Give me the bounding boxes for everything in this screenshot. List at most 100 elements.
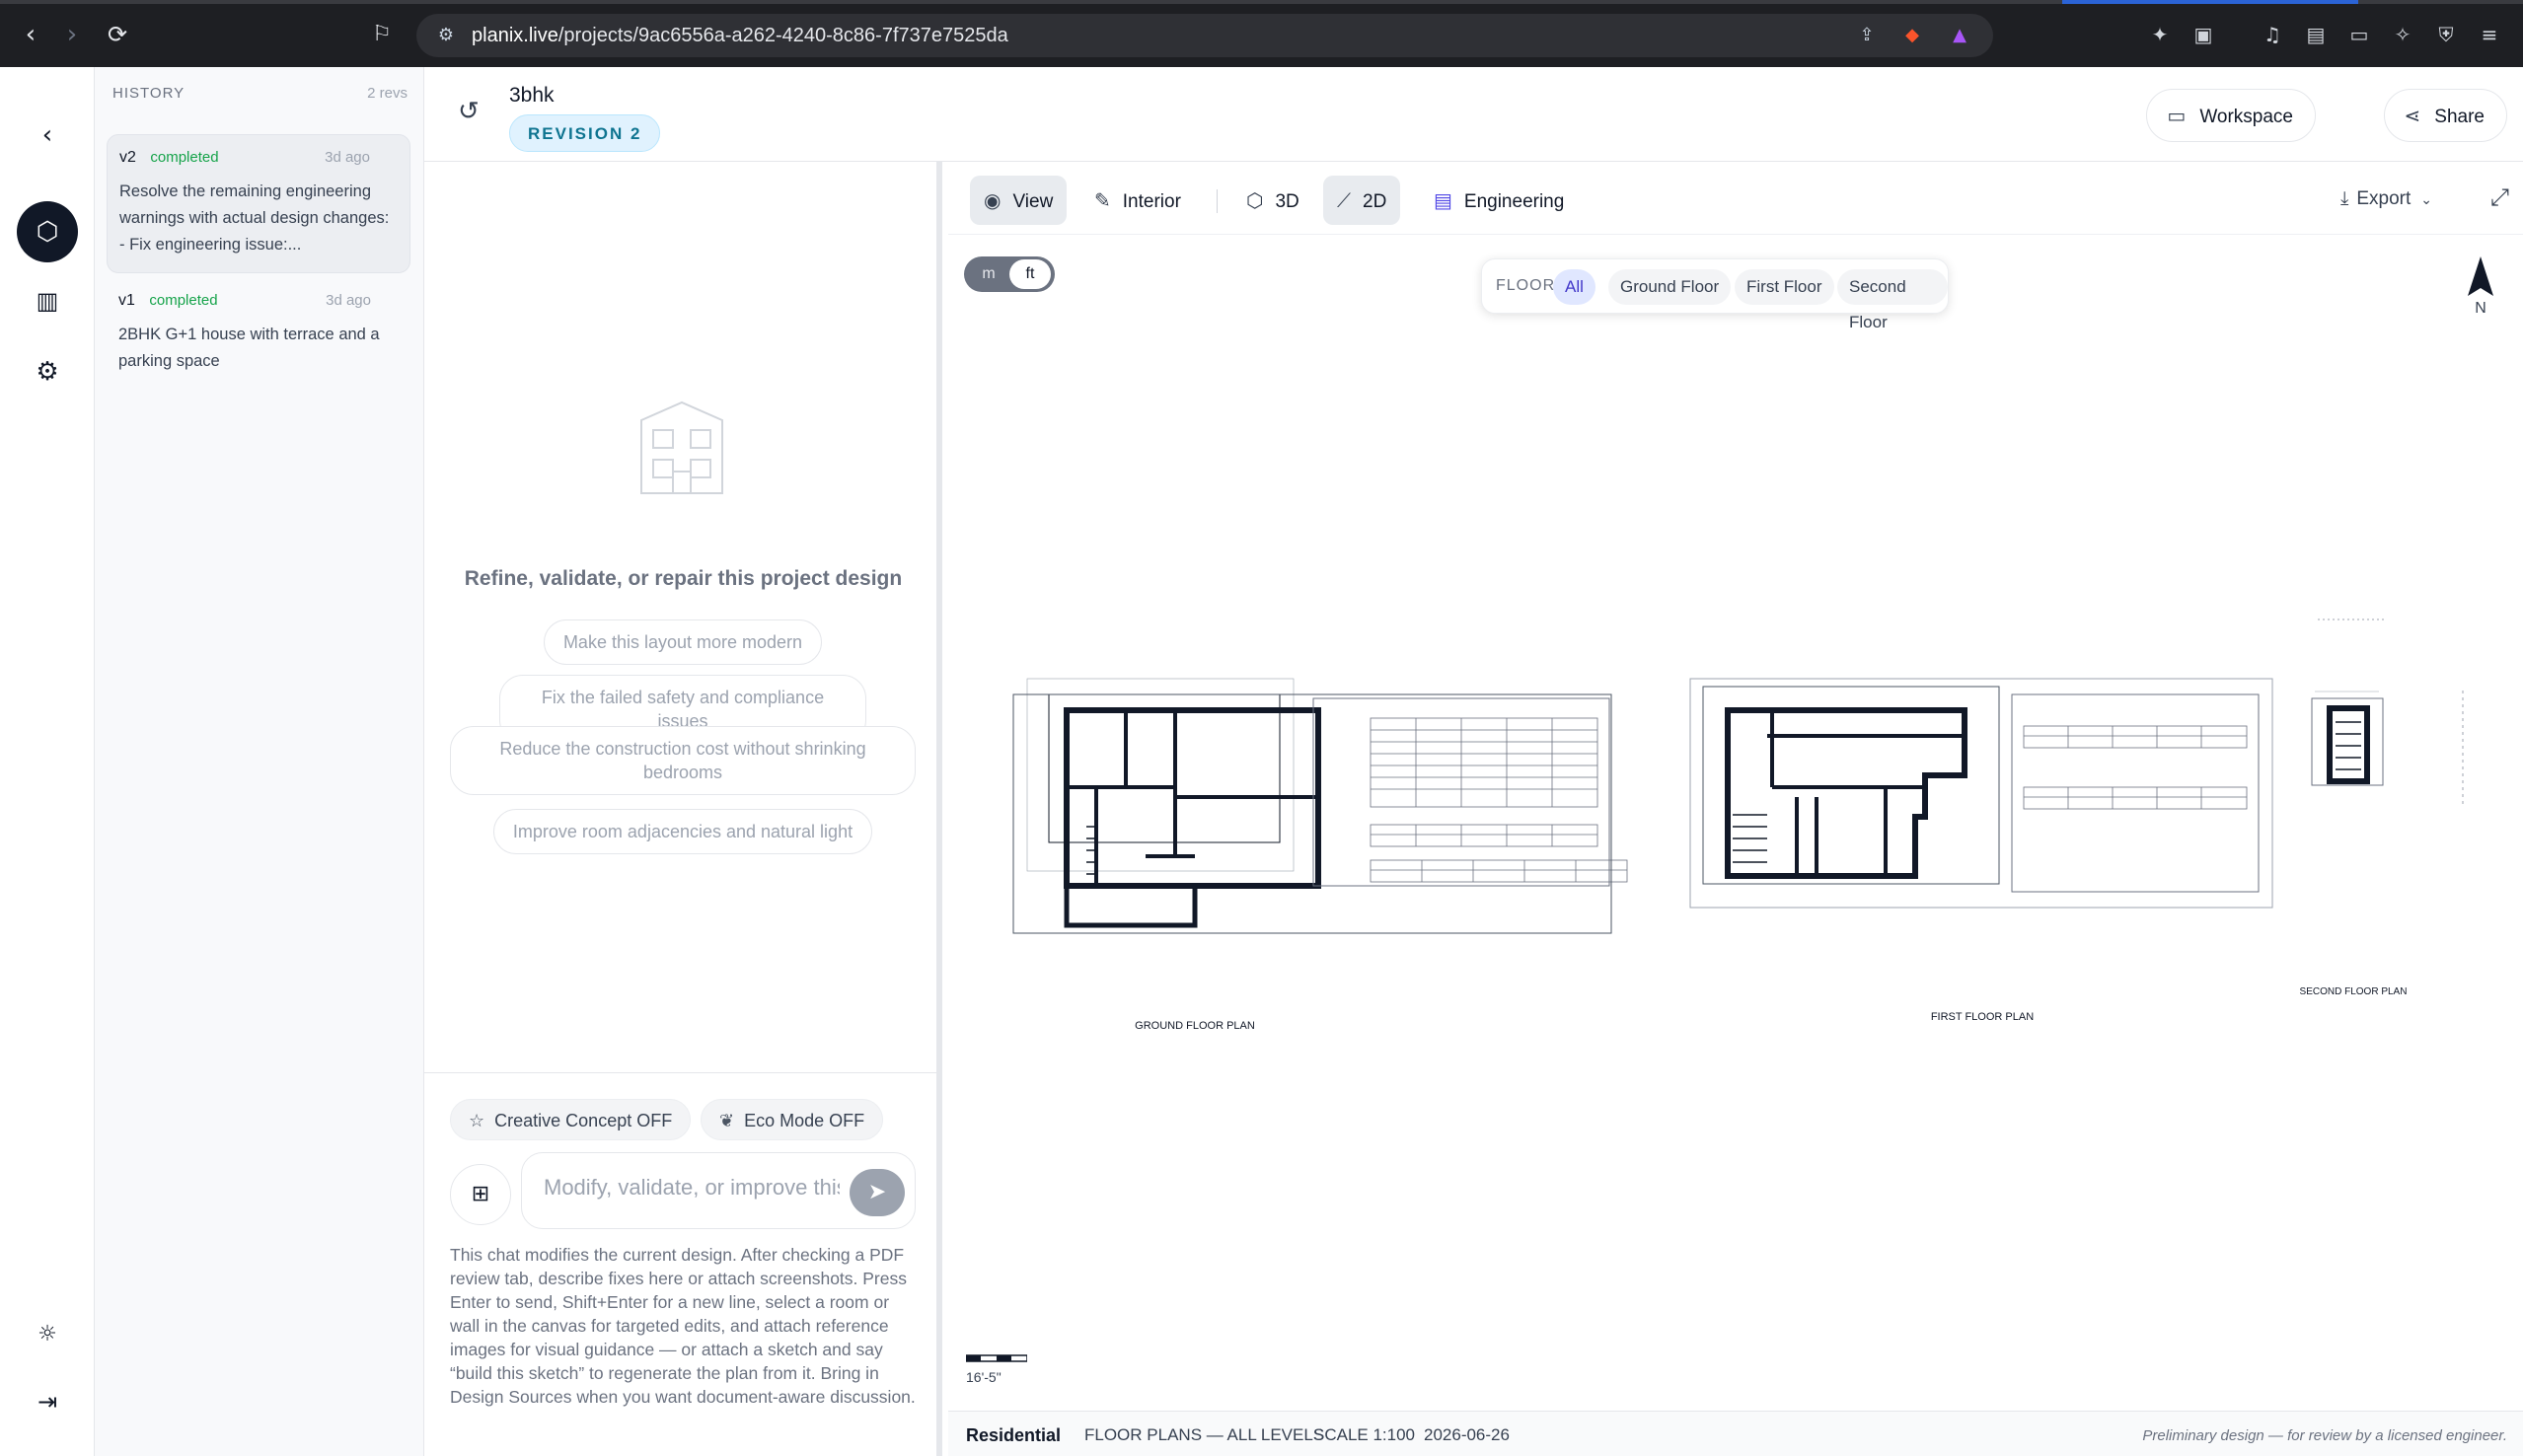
share-label: Share — [2434, 107, 2485, 127]
view-label: View — [1012, 191, 1054, 212]
eye-icon: ◉ — [984, 188, 1002, 212]
chat-panel: Refine, validate, or repair this project… — [424, 162, 942, 1456]
chevron-down-icon: ⌄ — [2420, 192, 2432, 208]
chat-input-placeholder: Modify, validate, or improve this design… — [544, 1175, 840, 1200]
brave-rewards-icon[interactable]: ▲ — [1948, 24, 1971, 47]
history-title: HISTORY — [112, 85, 186, 102]
view-mode-button[interactable]: ◉ View — [970, 176, 1068, 225]
image-plus-icon: ⊞ — [471, 1182, 490, 1206]
scale-bar-label: 16'-5" — [966, 1369, 1002, 1385]
address-bar[interactable]: ⚙ planix.live/projects/9ac6556a-a262-424… — [416, 14, 1993, 57]
history-item-v1[interactable]: v1 completed 3d ago 2BHK G+1 house with … — [107, 278, 410, 389]
sun-icon[interactable]: ☼ — [17, 1304, 78, 1365]
composer-divider — [424, 1072, 936, 1073]
ground-floor-plan-title: GROUND FLOOR PLAN — [1135, 1020, 1255, 1032]
interior-label: Interior — [1122, 191, 1181, 212]
menu-icon[interactable]: ≡ — [2477, 22, 2502, 47]
history-count: 2 revs — [367, 85, 408, 102]
url-path: /projects/9ac6556a-a262-4240-8c86-7f737e… — [557, 25, 1008, 46]
first-floor-plan-title: FIRST FLOOR PLAN — [1931, 1011, 2034, 1023]
workspace-label: Workspace — [2199, 107, 2293, 127]
share-icon: ⋖ — [2404, 104, 2421, 127]
tab-strip — [0, 0, 2523, 4]
engineering-mode-button[interactable]: ▤ Engineering — [1420, 176, 1578, 225]
suggestion-chip[interactable]: Reduce the construction cost without shr… — [450, 726, 916, 795]
revision-time: 3d ago — [325, 149, 370, 166]
browser-forward-icon[interactable]: › — [55, 18, 89, 51]
eco-toggle-label: Eco Mode OFF — [744, 1111, 865, 1130]
reload-icon[interactable]: ⟳ — [101, 18, 134, 51]
url-host: planix.live — [472, 25, 558, 46]
share-button[interactable]: ⋖ Share — [2383, 89, 2507, 142]
drawing-date: 2026-06-26 — [1424, 1425, 1510, 1444]
share-page-icon[interactable]: ⇪ — [1855, 24, 1879, 47]
wallet-icon[interactable]: ▭ — [2346, 22, 2372, 47]
history-item-v2[interactable]: v2 completed 3d ago Resolve the remainin… — [107, 134, 410, 273]
disclaimer-note: Preliminary design — for review by a lic… — [2142, 1427, 2507, 1444]
left-rail: ‹ ⬡ ▥ ⚙ ☼ ⇥ — [0, 67, 95, 1456]
report-icon[interactable]: ▥ — [17, 270, 78, 331]
logout-icon[interactable]: ⇥ — [17, 1371, 78, 1432]
revision-status: completed — [149, 292, 218, 309]
3d-mode-button[interactable]: ⬡ 3D — [1232, 176, 1313, 225]
empty-state-title: Refine, validate, or repair this project… — [464, 567, 903, 590]
extensions-icon[interactable]: ✦ — [2147, 22, 2173, 47]
back-arrow-icon[interactable]: ‹ — [17, 105, 78, 166]
2d-mode-button[interactable]: ⟋ 2D — [1323, 176, 1401, 225]
3d-label: 3D — [1275, 191, 1299, 212]
sidebar-toggle-icon[interactable]: ▤ — [2303, 22, 2329, 47]
browser-back-icon[interactable]: ‹ — [14, 18, 47, 51]
wand-icon: ✎ — [1094, 188, 1111, 212]
vpn-icon[interactable]: ⛨ — [2433, 22, 2459, 47]
document-chart-icon: ▤ — [1434, 188, 1452, 212]
export-label: Export — [2356, 188, 2412, 209]
history-panel: HISTORY 2 revs v2 completed 3d ago Resol… — [95, 67, 424, 1456]
star-icon: ☆ — [469, 1111, 485, 1131]
project-header: ↺ 3bhk REVISION 2 ▭ Workspace ⋖ Share — [424, 67, 2523, 162]
creative-concept-toggle[interactable]: ☆ Creative Concept OFF — [450, 1099, 692, 1140]
url-text[interactable]: planix.live/projects/9ac6556a-a262-4240-… — [472, 25, 1008, 47]
first-floor-plan[interactable] — [1689, 678, 2273, 909]
floor-plan-drawing[interactable]: GROUND FLOOR PLAN FIRST FLOOR PLAN SECON… — [948, 235, 2523, 1411]
chat-input[interactable]: Modify, validate, or improve this design… — [521, 1152, 916, 1229]
export-button[interactable]: ⤓ Export ⌄ — [2340, 187, 2432, 210]
chat-help-text: This chat modifies the current design. A… — [450, 1245, 916, 1407]
project-title: 3bhk — [509, 84, 555, 107]
revision-description: 2BHK G+1 house with terrace and a parkin… — [118, 326, 380, 370]
creative-toggle-label: Creative Concept OFF — [494, 1111, 673, 1130]
site-info-icon[interactable]: ⚙ — [434, 24, 458, 47]
revision-version: v1 — [118, 292, 135, 309]
toolbar-divider — [1217, 189, 1218, 213]
bookmark-icon[interactable]: ⚐ — [365, 18, 399, 51]
revision-badge: REVISION 2 — [509, 114, 661, 152]
leo-ai-icon[interactable]: ✧ — [2390, 22, 2415, 47]
ruler-icon: ⟋ — [1337, 188, 1351, 212]
leaf-icon: ❦ — [719, 1111, 735, 1131]
cube-icon[interactable]: ⬡ — [17, 201, 78, 262]
brave-shield-icon[interactable]: ◆ — [1900, 24, 1924, 47]
screenshot-icon[interactable]: ▣ — [2190, 22, 2216, 47]
history-icon[interactable]: ↺ — [458, 97, 480, 126]
gear-icon[interactable]: ⚙ — [17, 341, 78, 402]
attach-image-button[interactable]: ⊞ — [450, 1164, 511, 1225]
design-canvas[interactable]: ◉ View ✎ Interior ⬡ 3D ⟋ 2D ▤ Engineering ⤓ Ex… — [948, 162, 2523, 1411]
second-floor-plan-title: SECOND FLOOR PLAN — [2300, 986, 2408, 997]
suggestion-chip[interactable]: Make this layout more modern — [544, 619, 822, 665]
download-icon: ⤓ — [2339, 187, 2349, 209]
ground-floor-plan[interactable] — [1012, 678, 1628, 934]
send-button[interactable]: ➤ — [850, 1169, 905, 1216]
suggestion-chip[interactable]: Improve room adjacencies and natural lig… — [493, 809, 872, 854]
project-type: Residential — [966, 1425, 1062, 1445]
workspace-button[interactable]: ▭ Workspace — [2146, 89, 2316, 142]
fullscreen-icon[interactable]: ⤢ — [2490, 183, 2509, 211]
eco-mode-toggle[interactable]: ❦ Eco Mode OFF — [701, 1099, 884, 1140]
drawing-scale: SCALE 1:100 — [1313, 1425, 1416, 1444]
view-toolbar: ◉ View ✎ Interior ⬡ 3D ⟋ 2D ▤ Engineering ⤓ Ex… — [948, 162, 2523, 235]
active-tab-indicator — [2062, 0, 2358, 4]
engineering-label: Engineering — [1463, 191, 1565, 212]
interior-mode-button[interactable]: ✎ Interior — [1080, 176, 1195, 225]
second-floor-plan[interactable] — [2311, 619, 2464, 807]
media-icon[interactable]: ♫ — [2260, 22, 2285, 47]
revision-time: 3d ago — [326, 292, 371, 309]
scale-bar — [966, 1354, 1027, 1362]
